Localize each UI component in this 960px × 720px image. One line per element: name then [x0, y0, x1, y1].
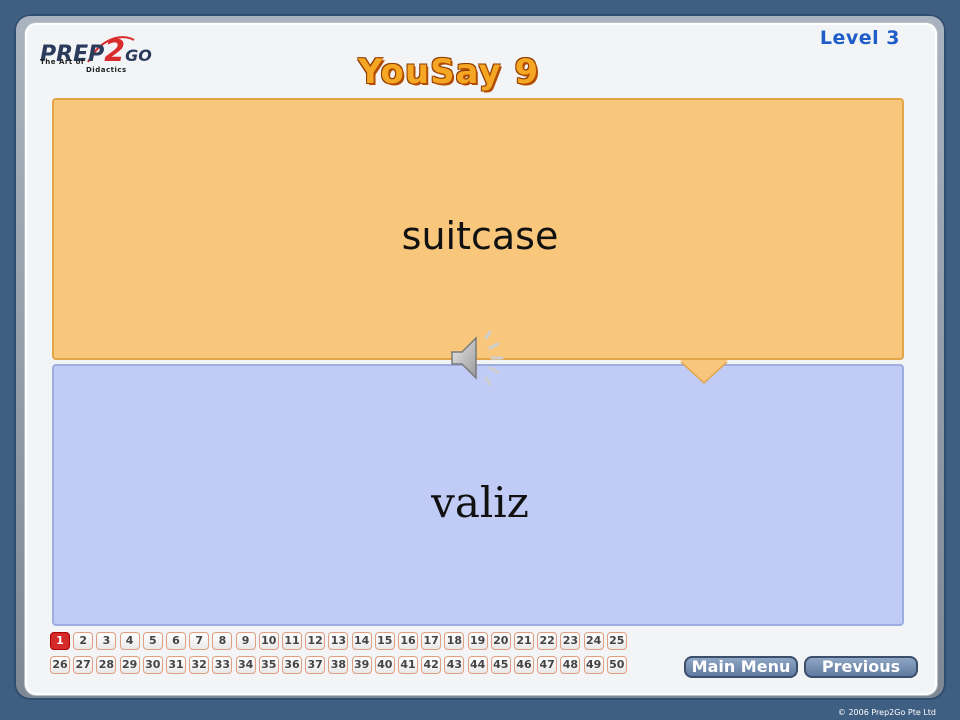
page-button-45[interactable]: 45	[490, 656, 511, 674]
page-button-4[interactable]: 4	[119, 632, 140, 650]
page-button-49[interactable]: 49	[583, 656, 604, 674]
page-button-5[interactable]: 5	[142, 632, 163, 650]
card-pointer	[680, 360, 728, 382]
prep2go-logo: PREP2GO The Art of Didactics	[36, 28, 152, 74]
page-button-37[interactable]: 37	[305, 656, 326, 674]
page-button-46[interactable]: 46	[514, 656, 534, 674]
page-button-35[interactable]: 35	[258, 656, 279, 674]
logo-subtitle-2: Didactics	[86, 66, 127, 74]
page-button-11[interactable]: 11	[282, 632, 302, 650]
page-selector: 1 2 3 4 5 6 7 8 9 10 11 12 13 14 15 16 17 18 19 20 21 22 23 24 2…	[50, 632, 630, 678]
page-button-28[interactable]: 28	[96, 656, 117, 674]
translated-word: valiz	[431, 478, 529, 527]
page-button-14[interactable]: 14	[351, 632, 372, 650]
page-button-29[interactable]: 29	[119, 656, 140, 674]
page-button-34[interactable]: 34	[235, 656, 256, 674]
page-button-42[interactable]: 42	[421, 656, 442, 674]
page-button-15[interactable]: 15	[374, 632, 395, 650]
page-button-17[interactable]: 17	[421, 632, 442, 650]
page-title: YouSay 9	[358, 52, 540, 92]
page-button-33[interactable]: 33	[212, 656, 233, 674]
copyright-text: © 2006 Prep2Go Pte Ltd	[837, 708, 936, 717]
page-button-13[interactable]: 13	[328, 632, 349, 650]
page-button-23[interactable]: 23	[560, 632, 581, 650]
page-button-30[interactable]: 30	[142, 656, 163, 674]
previous-button[interactable]: Previous	[804, 656, 918, 678]
speaker-icon[interactable]	[446, 328, 510, 388]
page-button-31[interactable]: 31	[166, 656, 186, 674]
page-button-9[interactable]: 9	[235, 632, 256, 650]
page-button-22[interactable]: 22	[537, 632, 558, 650]
page-button-41[interactable]: 41	[398, 656, 418, 674]
page-button-26[interactable]: 26	[50, 656, 70, 674]
page-button-43[interactable]: 43	[444, 656, 465, 674]
page-button-19[interactable]: 19	[467, 632, 488, 650]
page-button-38[interactable]: 38	[328, 656, 349, 674]
page-button-48[interactable]: 48	[560, 656, 581, 674]
main-menu-button[interactable]: Main Menu	[684, 656, 798, 678]
page-button-24[interactable]: 24	[583, 632, 604, 650]
page-button-2[interactable]: 2	[73, 632, 94, 650]
english-word: suitcase	[401, 214, 559, 258]
page-button-32[interactable]: 32	[189, 656, 210, 674]
page-button-16[interactable]: 16	[398, 632, 418, 650]
page-button-1[interactable]: 1	[50, 632, 70, 650]
page-button-6[interactable]: 6	[166, 632, 186, 650]
page-button-39[interactable]: 39	[351, 656, 372, 674]
page-button-7[interactable]: 7	[189, 632, 210, 650]
page-button-8[interactable]: 8	[212, 632, 233, 650]
page-button-44[interactable]: 44	[467, 656, 488, 674]
page-button-20[interactable]: 20	[490, 632, 511, 650]
level-label: Level 3	[819, 27, 900, 49]
page-button-27[interactable]: 27	[73, 656, 94, 674]
page-button-50[interactable]: 50	[606, 656, 627, 674]
page-button-10[interactable]: 10	[258, 632, 279, 650]
page-button-36[interactable]: 36	[282, 656, 302, 674]
page-button-40[interactable]: 40	[374, 656, 395, 674]
page-button-18[interactable]: 18	[444, 632, 465, 650]
logo-subtitle-1: The Art of	[40, 58, 85, 66]
page-button-12[interactable]: 12	[305, 632, 326, 650]
page-button-47[interactable]: 47	[537, 656, 558, 674]
page-button-21[interactable]: 21	[514, 632, 534, 650]
page-button-3[interactable]: 3	[96, 632, 117, 650]
page-button-25[interactable]: 25	[606, 632, 627, 650]
